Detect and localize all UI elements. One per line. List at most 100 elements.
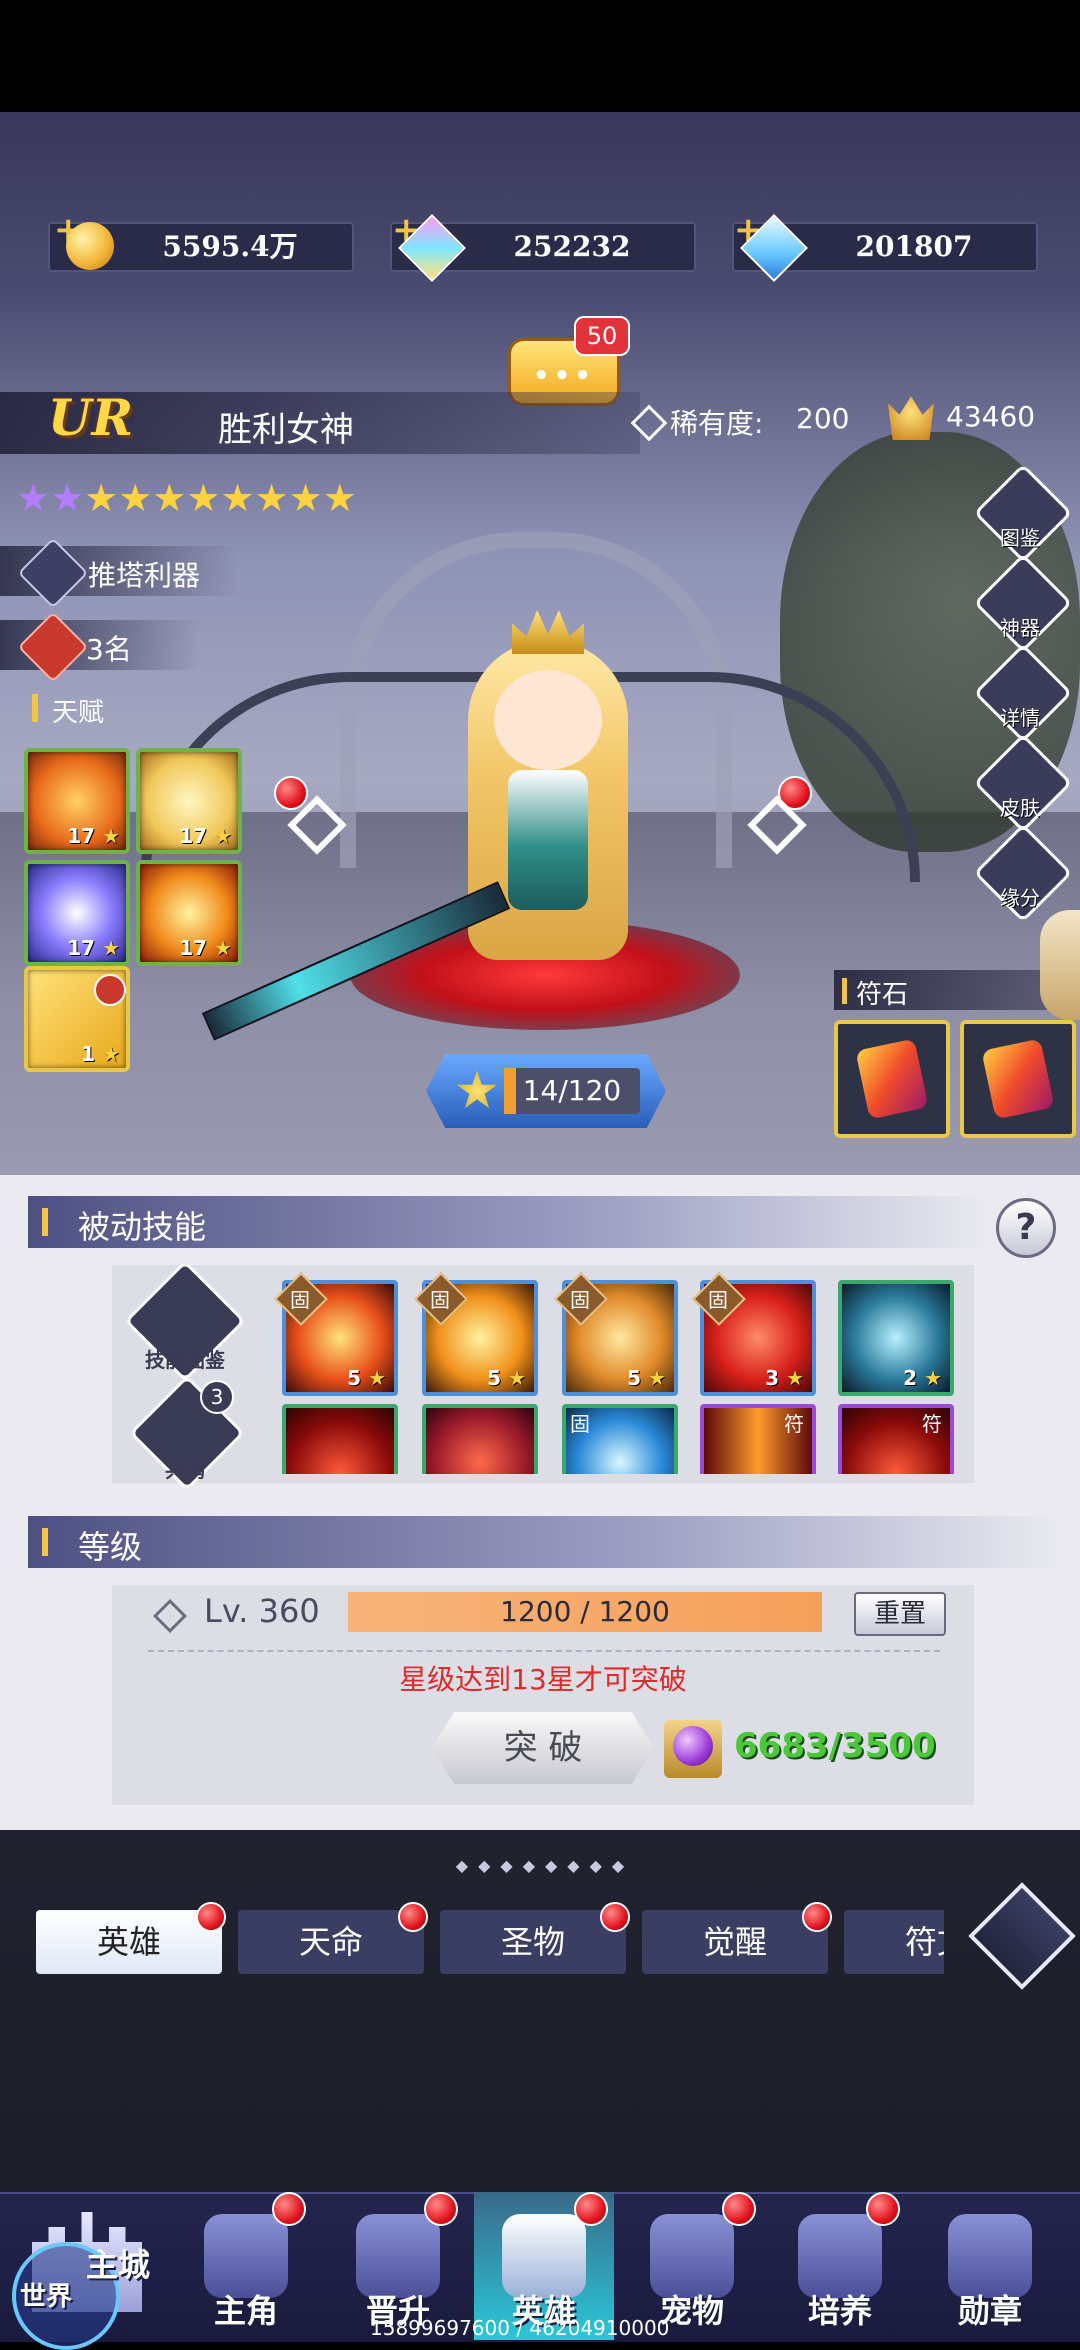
talent-level: 1 bbox=[81, 1042, 96, 1066]
passive-skill[interactable]: 固 3 ★ bbox=[692, 1272, 816, 1396]
star-icon: ★ bbox=[924, 1366, 942, 1390]
star-icon: ★ bbox=[368, 1366, 386, 1390]
gold-value: 5595.4万 bbox=[162, 230, 298, 263]
notification-dot bbox=[274, 776, 308, 810]
runestone-slot[interactable] bbox=[834, 1020, 950, 1138]
help-button[interactable]: ? bbox=[996, 1198, 1056, 1258]
gold-star-icon: ★ bbox=[220, 476, 255, 520]
talent-level: 17 bbox=[67, 824, 96, 848]
passive-skill[interactable]: 符 bbox=[700, 1404, 816, 1474]
chat-dots-icon: ••• bbox=[533, 361, 595, 391]
runestone-icon bbox=[855, 1038, 929, 1120]
notification-dot bbox=[272, 2192, 306, 2226]
tab-destiny[interactable]: 天命 bbox=[238, 1910, 424, 1974]
passive-skill[interactable]: 固 5 ★ bbox=[554, 1272, 678, 1396]
star-icon: ★ bbox=[508, 1366, 526, 1390]
ornament-divider: ◆◆◆◆◆◆◆◆ bbox=[455, 1856, 635, 1875]
skill-level: 2 bbox=[903, 1366, 918, 1390]
passive-skill[interactable]: 固 bbox=[562, 1404, 678, 1474]
skill-level: 5 bbox=[487, 1366, 502, 1390]
notification-dot bbox=[802, 1902, 832, 1932]
passive-skill[interactable] bbox=[282, 1404, 398, 1474]
talent-marker bbox=[32, 694, 38, 722]
talent-slot[interactable]: 17 ★ bbox=[136, 860, 242, 966]
passive-skill[interactable]: 固 5 ★ bbox=[274, 1272, 398, 1396]
resonance-badge: 3 bbox=[200, 1380, 234, 1414]
star-icon: ★ bbox=[786, 1366, 804, 1390]
tab-relic[interactable]: 圣物 bbox=[440, 1910, 626, 1974]
resonance-label[interactable]: 共鸣 bbox=[120, 1454, 250, 1483]
side-menu-skin[interactable]: 皮肤 bbox=[975, 792, 1065, 821]
side-menu-artifact[interactable]: 神器 bbox=[975, 612, 1065, 641]
runestone-slot[interactable] bbox=[960, 1020, 1076, 1138]
runestone-marker bbox=[842, 978, 847, 1004]
tab-rune[interactable]: 符文 bbox=[844, 1910, 944, 1974]
gold-star-icon: ★ bbox=[84, 476, 119, 520]
gold-star-icon: ★ bbox=[288, 476, 323, 520]
notification-dot bbox=[424, 2192, 458, 2226]
runestone-icon bbox=[981, 1038, 1055, 1120]
passive-skill[interactable]: 符 bbox=[838, 1404, 954, 1474]
reset-button[interactable]: 重置 bbox=[854, 1592, 946, 1636]
enhance-mark: 符 bbox=[922, 1412, 942, 1436]
breakthrough-button[interactable]: 突 破 bbox=[432, 1712, 654, 1784]
star-icon: ★ bbox=[102, 824, 120, 848]
side-menu-bond[interactable]: 缘分 bbox=[975, 882, 1065, 911]
gold-coin-icon bbox=[66, 222, 114, 270]
crystal-ball-slot bbox=[664, 1720, 722, 1778]
main-city-button[interactable]: 主城 世界 bbox=[12, 2152, 172, 2350]
passive-skill[interactable]: 固 5 ★ bbox=[414, 1272, 538, 1396]
notification-dot bbox=[722, 2192, 756, 2226]
talent-label: 天赋 bbox=[52, 698, 105, 728]
talent-slot[interactable]: 17 ★ bbox=[136, 748, 242, 854]
passive-skill[interactable]: 2 ★ bbox=[838, 1280, 954, 1396]
nav-train-label: 培养 bbox=[807, 2292, 872, 2330]
footer-id: 15899697600 / 46204910000 bbox=[370, 2316, 670, 2340]
enhance-mark: 符 bbox=[784, 1412, 804, 1436]
skill-level: 5 bbox=[347, 1366, 362, 1390]
side-menu-codex[interactable]: 图鉴 bbox=[975, 522, 1065, 551]
purple-star-icon: ★ bbox=[50, 476, 85, 520]
talent-level: 17 bbox=[179, 936, 208, 960]
talent-slot[interactable]: 17 ★ bbox=[24, 748, 130, 854]
fixed-mark: 固 bbox=[570, 1288, 590, 1312]
skill-codex-label[interactable]: 技能图鉴 bbox=[120, 1344, 250, 1373]
passive-section-header: 被动技能 bbox=[28, 1196, 988, 1248]
rarity-label: 稀有度: bbox=[670, 407, 764, 440]
talent-slot-locked[interactable]: 1 ★ bbox=[24, 966, 130, 1072]
tab-awaken[interactable]: 觉醒 bbox=[642, 1910, 828, 1974]
exp-value: 1200 / 1200 bbox=[500, 1595, 670, 1628]
tab-hero[interactable]: 英雄 bbox=[36, 1910, 222, 1974]
talent-slot[interactable]: 17 ★ bbox=[24, 860, 130, 966]
treasure-chest-icon[interactable] bbox=[1040, 910, 1080, 1020]
runestone-label: 符石 bbox=[856, 980, 909, 1010]
role-tag-label: 推塔利器 bbox=[88, 559, 201, 592]
status-bar bbox=[0, 0, 1080, 112]
star-icon: ★ bbox=[102, 1042, 120, 1066]
skill-level: 5 bbox=[627, 1366, 642, 1390]
skill-level: 3 bbox=[765, 1366, 780, 1390]
notification-dot bbox=[196, 1902, 226, 1932]
purple-star-icon: ★ bbox=[16, 476, 51, 520]
nav-medal-label: 勋章 bbox=[957, 2292, 1022, 2330]
side-menu-details[interactable]: 详情 bbox=[975, 702, 1065, 731]
chat-count-badge: 50 bbox=[574, 316, 630, 356]
rainbow-gem-value: 252232 bbox=[513, 230, 631, 263]
gold-star-icon: ★ bbox=[152, 476, 187, 520]
star-icon: ★ bbox=[102, 936, 120, 960]
fixed-mark: 固 bbox=[290, 1288, 310, 1312]
fixed-mark: 固 bbox=[708, 1288, 728, 1312]
gold-star-icon: ★ bbox=[254, 476, 289, 520]
notification-dot bbox=[398, 1902, 428, 1932]
exp-bar: 1200 / 1200 bbox=[348, 1592, 822, 1632]
tab-rune-label: 符文 bbox=[844, 1910, 944, 1974]
nav-medal[interactable]: 勋章 bbox=[920, 2192, 1060, 2340]
power-value: 43460 bbox=[946, 400, 1036, 433]
star-upgrade-icon bbox=[456, 1070, 498, 1109]
star-progress-pill[interactable]: 14/120 bbox=[426, 1054, 666, 1128]
star-icon: ★ bbox=[214, 824, 232, 848]
ur-tier-badge: UR bbox=[48, 388, 134, 447]
divider bbox=[148, 1650, 940, 1652]
star-rating: ★★★★★★★★★★ bbox=[16, 478, 357, 518]
passive-skill[interactable] bbox=[422, 1404, 538, 1474]
